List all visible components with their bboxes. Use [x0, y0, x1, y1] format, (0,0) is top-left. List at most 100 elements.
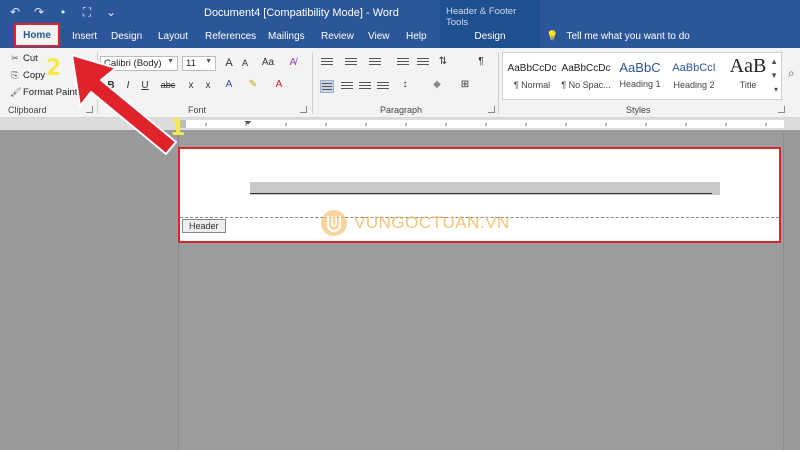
clear-formatting-icon[interactable]: A̸ — [286, 57, 300, 68]
tab-references[interactable]: References — [205, 31, 256, 42]
tell-me-label: Tell me what you want to do — [566, 31, 690, 42]
style-no-spacing[interactable]: AaBbCcDc ¶ No Spac... — [559, 57, 613, 97]
bullets-icon[interactable] — [320, 56, 334, 69]
tell-me-box[interactable]: 💡 Tell me what you want to do — [546, 31, 690, 42]
tab-layout[interactable]: Layout — [158, 31, 188, 42]
highlight-icon[interactable]: ✎ — [246, 79, 260, 90]
italic-button[interactable]: I — [121, 80, 135, 91]
paintbrush-icon: 🖌 — [10, 87, 22, 97]
tab-mailings[interactable]: Mailings — [268, 31, 305, 42]
style-sample: AaBbCcDc — [507, 63, 557, 74]
grow-font-button[interactable]: A — [222, 57, 236, 69]
multilevel-list-icon[interactable] — [368, 56, 382, 69]
paragraph-launcher-icon[interactable] — [488, 106, 495, 113]
tab-header-footer-design[interactable]: Design — [440, 26, 540, 48]
chevron-down-icon: ▼ — [205, 58, 212, 65]
font-launcher-icon[interactable] — [300, 106, 307, 113]
header-area[interactable]: Header VUNGOCTUAN.VN — [178, 147, 781, 243]
customize-qat-icon[interactable]: ⌄ — [104, 5, 118, 20]
subscript-button[interactable]: x — [184, 80, 198, 91]
group-divider — [498, 52, 499, 114]
justify-icon[interactable] — [376, 80, 390, 93]
style-name: Title — [739, 80, 757, 90]
tab-view[interactable]: View — [368, 31, 390, 42]
shrink-font-button[interactable]: A — [238, 58, 252, 68]
undo-icon[interactable]: ↶ — [8, 5, 22, 20]
style-name: Heading 2 — [673, 80, 715, 90]
group-divider — [97, 52, 98, 114]
font-size-dropdown[interactable]: 11 ▼ — [182, 56, 216, 71]
tab-review[interactable]: Review — [321, 31, 354, 42]
copy-icon: ⎘ — [11, 70, 19, 80]
style-title[interactable]: AaB Title — [721, 55, 775, 97]
style-sample: AaBbC — [619, 60, 661, 75]
tab-design[interactable]: Design — [111, 31, 142, 42]
change-case-button[interactable]: Aa — [258, 57, 278, 68]
format-painter-label: Format Painter — [23, 87, 86, 98]
watermark-logo-icon — [321, 210, 347, 236]
line-spacing-icon[interactable]: ↕ — [398, 79, 412, 90]
group-divider — [312, 52, 313, 114]
format-painter-button[interactable]: 🖌 Format Painter — [10, 87, 86, 98]
bold-button[interactable]: B — [104, 80, 118, 91]
superscript-button[interactable]: x — [201, 80, 215, 91]
shading-icon[interactable]: ◆ — [430, 79, 444, 90]
style-name: Heading 1 — [619, 79, 661, 89]
font-name-dropdown[interactable]: Calibri (Body) ▼ — [100, 56, 178, 71]
decrease-indent-icon[interactable] — [396, 56, 410, 69]
style-sample: AaB — [729, 55, 767, 77]
sort-icon[interactable]: ⇅ — [436, 56, 450, 67]
align-center-icon[interactable] — [340, 80, 354, 93]
increase-indent-icon[interactable] — [416, 56, 430, 69]
styles-gallery: AaBbCcDc ¶ Normal AaBbCcDc ¶ No Spac... … — [502, 52, 782, 100]
horizontal-ruler: ⏷ — [0, 118, 800, 130]
indent-marker-icon[interactable]: ⏷ — [244, 118, 252, 129]
tab-insert[interactable]: Insert — [72, 31, 97, 42]
font-name-value: Calibri (Body) — [104, 58, 162, 69]
text-effects-icon[interactable]: A — [222, 79, 236, 90]
cut-button[interactable]: ✂ Cut — [10, 53, 38, 64]
style-name: ¶ No Spac... — [561, 80, 611, 90]
scissors-icon: ✂ — [11, 53, 19, 63]
borders-icon[interactable]: ⊞ — [458, 79, 472, 90]
strikethrough-button[interactable]: abc — [158, 80, 178, 90]
style-heading-2[interactable]: AaBbCcI Heading 2 — [667, 57, 721, 97]
step-2-label: 2 — [46, 56, 62, 81]
font-group-label: Font — [188, 105, 207, 115]
copy-label: Copy — [23, 70, 46, 81]
tab-home-label: Home — [23, 30, 51, 41]
gallery-up-icon[interactable]: ▲ — [770, 57, 778, 66]
focus-frame-icon[interactable]: ⛶ — [80, 5, 94, 20]
style-name: ¶ Normal — [513, 80, 551, 90]
tab-home[interactable]: Home — [14, 23, 60, 47]
underline-button[interactable]: U — [138, 80, 152, 91]
show-marks-button[interactable]: ¶ — [474, 56, 488, 67]
style-normal[interactable]: AaBbCcDc ¶ Normal — [505, 57, 559, 97]
styles-launcher-icon[interactable] — [778, 106, 785, 113]
gallery-more-icon[interactable]: ▾ — [774, 85, 778, 94]
context-tools-header: Header & Footer Tools — [440, 0, 540, 28]
find-icon[interactable]: ⌕ — [788, 66, 795, 81]
bullet-dot-icon[interactable]: • — [56, 5, 70, 20]
clipboard-launcher-icon[interactable] — [86, 106, 93, 113]
chevron-down-icon: ▼ — [167, 58, 174, 65]
align-left-icon[interactable] — [320, 80, 334, 93]
document-title: Document4 [Compatibility Mode] - Word — [204, 7, 399, 19]
header-tag: Header — [182, 219, 226, 233]
tab-help[interactable]: Help — [406, 31, 427, 42]
redo-icon[interactable]: ↷ — [32, 5, 46, 20]
ruler-track[interactable] — [186, 120, 784, 128]
gallery-down-icon[interactable]: ▼ — [770, 71, 778, 80]
watermark-text: VUNGOCTUAN.VN — [354, 213, 510, 232]
cut-label: Cut — [23, 53, 38, 64]
lightbulb-icon: 💡 — [546, 31, 559, 42]
title-bar: ↶ ↷ • ⛶ ⌄ Document4 [Compatibility Mode]… — [0, 0, 800, 28]
font-color-icon[interactable]: A — [272, 79, 286, 90]
copy-button[interactable]: ⎘ Copy — [10, 70, 45, 81]
header-border-line — [250, 193, 712, 194]
clipboard-group-label: Clipboard — [8, 105, 47, 115]
ribbon-tab-row: Insert Design Layout References Mailings… — [0, 26, 800, 48]
align-right-icon[interactable] — [358, 80, 372, 93]
numbering-icon[interactable] — [344, 56, 358, 69]
style-heading-1[interactable]: AaBbC Heading 1 — [613, 57, 667, 97]
